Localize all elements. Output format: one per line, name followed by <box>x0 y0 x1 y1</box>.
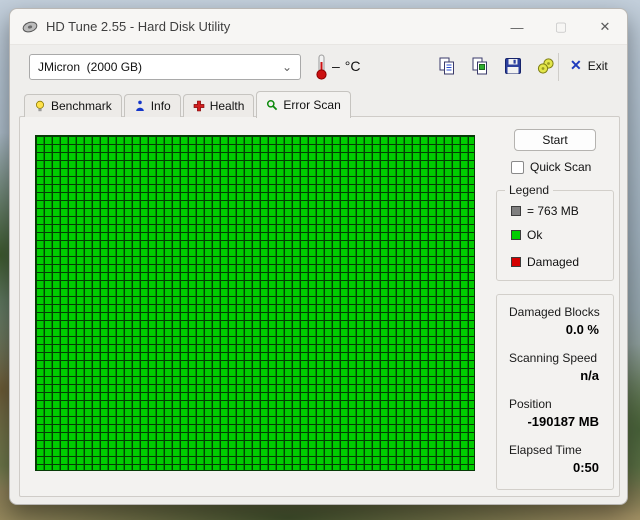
tab-label: Benchmark <box>51 99 112 113</box>
exit-x-icon: ✕ <box>570 57 582 74</box>
legend-damaged: Damaged <box>511 255 613 269</box>
legend-title: Legend <box>505 183 553 197</box>
maximize-button: ▢ <box>539 9 583 45</box>
magnifier-icon <box>266 99 278 111</box>
tabstrip: Benchmark Info Health Error Scan <box>24 90 351 117</box>
scan-grid <box>35 135 475 471</box>
block-size-swatch <box>511 206 521 216</box>
error-scan-panel: Start Quick Scan Legend = 763 MB Ok Dama… <box>19 116 620 497</box>
app-icon <box>22 19 38 35</box>
legend-ok: Ok <box>511 228 613 242</box>
quick-scan-label: Quick Scan <box>530 160 591 174</box>
drive-select-dropdown[interactable]: JMicron (2000 GB) ⌄ <box>29 54 301 80</box>
ok-swatch <box>511 230 521 240</box>
tab-error-scan[interactable]: Error Scan <box>256 91 350 118</box>
stat-value: n/a <box>509 366 601 385</box>
titlebar: HD Tune 2.55 - Hard Disk Utility — ▢ ✕ <box>10 9 627 45</box>
hdtune-window: HD Tune 2.55 - Hard Disk Utility — ▢ ✕ J… <box>9 8 628 505</box>
minimize-button[interactable]: — <box>495 9 539 45</box>
stat-label: Damaged Blocks <box>509 304 601 320</box>
stat-scanning-speed: Scanning Speed n/a <box>509 350 601 385</box>
quick-scan-checkbox[interactable] <box>511 161 524 174</box>
thermometer-icon <box>315 54 328 80</box>
tab-info[interactable]: Info <box>124 94 181 117</box>
stats-groupbox: Damaged Blocks 0.0 % Scanning Speed n/a … <box>496 294 614 490</box>
save-icon[interactable] <box>502 55 524 77</box>
stat-elapsed-time: Elapsed Time 0:50 <box>509 442 601 477</box>
temperature-value: – <box>332 58 340 74</box>
legend-groupbox: Legend = 763 MB Ok Damaged <box>496 190 614 281</box>
toolbar: JMicron (2000 GB) ⌄ – °C <box>10 45 627 89</box>
stat-value: 0:50 <box>509 458 601 477</box>
stat-label: Scanning Speed <box>509 350 601 366</box>
copy-text-icon[interactable] <box>436 55 458 77</box>
legend-block-size: = 763 MB <box>511 204 613 218</box>
stat-value: 0.0 % <box>509 320 601 339</box>
exit-button[interactable]: ✕ Exit <box>570 57 608 74</box>
stat-value: -190187 MB <box>509 412 601 431</box>
stat-label: Position <box>509 396 601 412</box>
copy-screenshot-icon[interactable] <box>469 55 491 77</box>
tab-label: Info <box>151 99 171 113</box>
info-icon <box>134 100 146 112</box>
window-title: HD Tune 2.55 - Hard Disk Utility <box>46 19 230 34</box>
stat-position: Position -190187 MB <box>509 396 601 431</box>
acoustic-management-icon[interactable] <box>535 55 557 77</box>
chevron-down-icon: ⌄ <box>282 62 292 72</box>
block-size-label: = 763 MB <box>527 204 579 218</box>
temperature-unit: °C <box>345 58 361 74</box>
tab-label: Error Scan <box>283 98 340 112</box>
stat-damaged-blocks: Damaged Blocks 0.0 % <box>509 304 601 339</box>
tab-benchmark[interactable]: Benchmark <box>24 94 122 117</box>
stat-label: Elapsed Time <box>509 442 601 458</box>
damaged-swatch <box>511 257 521 267</box>
tab-health[interactable]: Health <box>183 94 255 117</box>
damaged-label: Damaged <box>527 255 579 269</box>
toolbar-separator <box>558 53 559 81</box>
health-cross-icon <box>193 100 205 112</box>
close-button[interactable]: ✕ <box>583 9 627 45</box>
tab-label: Health <box>210 99 245 113</box>
bulb-icon <box>34 100 46 112</box>
exit-label: Exit <box>588 59 608 73</box>
quick-scan-row[interactable]: Quick Scan <box>511 160 591 174</box>
ok-label: Ok <box>527 228 542 242</box>
drive-select-value: JMicron (2000 GB) <box>38 60 282 74</box>
temperature-readout: – °C <box>332 58 361 74</box>
start-button[interactable]: Start <box>514 129 596 151</box>
